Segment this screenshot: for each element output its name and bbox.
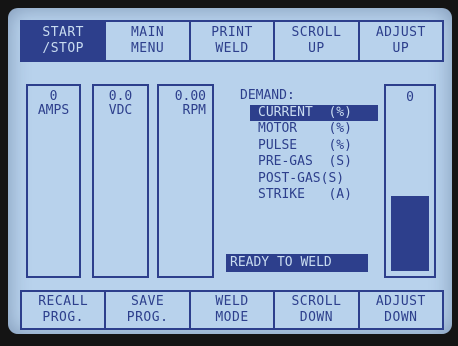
softkey-label: UP	[392, 41, 410, 56]
softkey-label: SCROLL	[291, 294, 342, 309]
softkey-label: RECALL	[38, 294, 89, 309]
softkey-label: PRINT	[211, 25, 253, 40]
start-stop-button[interactable]: START /STOP	[20, 20, 107, 62]
softkey-label: /STOP	[42, 41, 85, 56]
meter-unit: AMPS	[37, 103, 70, 118]
demand-list: DEMAND: CURRENT (%) MOTOR (%) PULSE (%) …	[232, 88, 378, 204]
bottom-softkey-row: RECALL PROG. SAVE PROG. WELD MODE SCROLL…	[20, 290, 445, 330]
softkey-label: MODE	[215, 310, 249, 325]
scroll-up-button[interactable]: SCROLL UP	[273, 20, 360, 62]
softkey-label: ADJUST	[375, 25, 426, 40]
softkey-label: ADJUST	[375, 294, 426, 309]
adjust-up-button[interactable]: ADJUST UP	[357, 20, 445, 62]
meter-unit: VDC	[108, 103, 133, 118]
gauge-bar	[391, 196, 429, 271]
vdc-meter: 0.0 VDC	[92, 84, 149, 278]
softkey-label: PROG.	[42, 310, 85, 325]
softkey-label: PROG.	[126, 310, 169, 325]
adjust-down-button[interactable]: ADJUST DOWN	[357, 290, 445, 330]
save-program-button[interactable]: SAVE PROG.	[104, 290, 191, 330]
demand-item-strike[interactable]: STRIKE (A)	[254, 187, 378, 204]
scroll-down-button[interactable]: SCROLL DOWN	[273, 290, 360, 330]
softkey-label: DOWN	[384, 310, 418, 325]
softkey-label: START	[42, 25, 85, 40]
recall-program-button[interactable]: RECALL PROG.	[20, 290, 107, 330]
top-softkey-row: START /STOP MAIN MENU PRINT WELD SCROLL …	[20, 20, 445, 62]
softkey-label: UP	[308, 41, 325, 56]
demand-item-motor[interactable]: MOTOR (%)	[254, 121, 378, 138]
softkey-label: DOWN	[299, 310, 334, 325]
softkey-label: WELD	[215, 41, 249, 56]
rpm-meter: 0.00 RPM	[157, 84, 214, 278]
gauge-value: 0	[406, 90, 414, 105]
meter-value: 0	[49, 89, 58, 104]
demand-item-pre-gas[interactable]: PRE-GAS (S)	[254, 154, 378, 171]
softkey-label: SCROLL	[291, 25, 342, 40]
meter-value: 0.00	[174, 89, 206, 104]
softkey-label: MAIN	[130, 25, 165, 40]
demand-gauge: 0	[384, 84, 436, 278]
demand-item-post-gas[interactable]: POST-GAS(S)	[254, 171, 378, 188]
softkey-label: SAVE	[130, 294, 165, 309]
demand-item-current[interactable]: CURRENT (%)	[250, 104, 378, 121]
meter-value: 0.0	[108, 89, 133, 104]
softkey-label: WELD	[215, 294, 249, 309]
amps-meter: 0 AMPS	[26, 84, 81, 278]
main-menu-button[interactable]: MAIN MENU	[104, 20, 191, 62]
meter-unit: RPM	[182, 103, 206, 118]
demand-title: DEMAND:	[240, 88, 295, 103]
demand-item-pulse[interactable]: PULSE (%)	[254, 138, 378, 155]
weld-mode-button[interactable]: WELD MODE	[188, 290, 276, 330]
softkey-label: MENU	[130, 41, 165, 56]
print-weld-button[interactable]: PRINT WELD	[188, 20, 276, 62]
lcd-screen: START /STOP MAIN MENU PRINT WELD SCROLL …	[8, 8, 452, 334]
status-banner: READY TO WELD	[226, 254, 368, 272]
